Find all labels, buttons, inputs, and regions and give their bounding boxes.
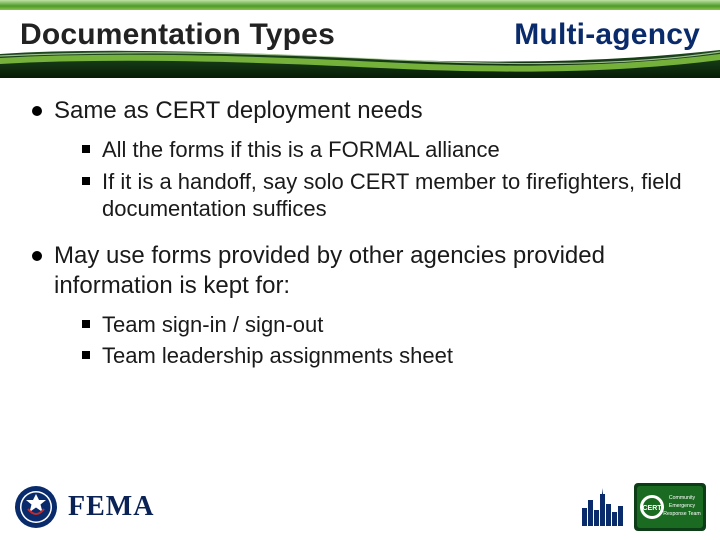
bullet-list-level2: All the forms if this is a FORMAL allian…	[54, 136, 692, 223]
slide: Documentation Types Multi-agency Same as…	[0, 0, 720, 540]
sub-bullet-text: All the forms if this is a FORMAL allian…	[102, 137, 500, 162]
content-area: Same as CERT deployment needs All the fo…	[0, 78, 720, 480]
sub-bullet-text: Team leadership assignments sheet	[102, 343, 453, 368]
list-item: If it is a handoff, say solo CERT member…	[82, 168, 692, 223]
list-item: Same as CERT deployment needs All the fo…	[28, 96, 692, 223]
cert-logo-icon: CERT Community Emergency Response Team	[634, 483, 706, 531]
list-item: Team leadership assignments sheet	[82, 342, 692, 370]
skyline-icon	[582, 488, 624, 526]
list-item: May use forms provided by other agencies…	[28, 241, 692, 370]
footer: FEMA CERT Community Eme	[0, 480, 720, 540]
footer-left: FEMA	[14, 485, 154, 529]
list-item: All the forms if this is a FORMAL allian…	[82, 136, 692, 164]
bullet-text: May use forms provided by other agencies…	[54, 242, 605, 299]
svg-text:Response Team: Response Team	[663, 511, 700, 517]
list-item: Team sign-in / sign-out	[82, 311, 692, 339]
svg-text:Community: Community	[669, 495, 696, 501]
svg-text:CERT: CERT	[642, 505, 662, 512]
bullet-text: Same as CERT deployment needs	[54, 97, 423, 124]
sub-bullet-text: Team sign-in / sign-out	[102, 312, 323, 337]
svg-text:Emergency: Emergency	[669, 503, 696, 509]
header-band: Documentation Types Multi-agency	[0, 0, 720, 78]
footer-right: CERT Community Emergency Response Team	[582, 483, 706, 531]
title-row: Documentation Types Multi-agency	[20, 18, 700, 52]
sub-bullet-text: If it is a handoff, say solo CERT member…	[102, 169, 682, 222]
bullet-list-level1: Same as CERT deployment needs All the fo…	[28, 96, 692, 370]
bullet-list-level2: Team sign-in / sign-out Team leadership …	[54, 311, 692, 370]
dhs-seal-icon	[14, 485, 58, 529]
slide-title-left: Documentation Types	[20, 18, 335, 52]
fema-logo-text: FEMA	[68, 491, 154, 523]
slide-title-right: Multi-agency	[514, 18, 700, 52]
